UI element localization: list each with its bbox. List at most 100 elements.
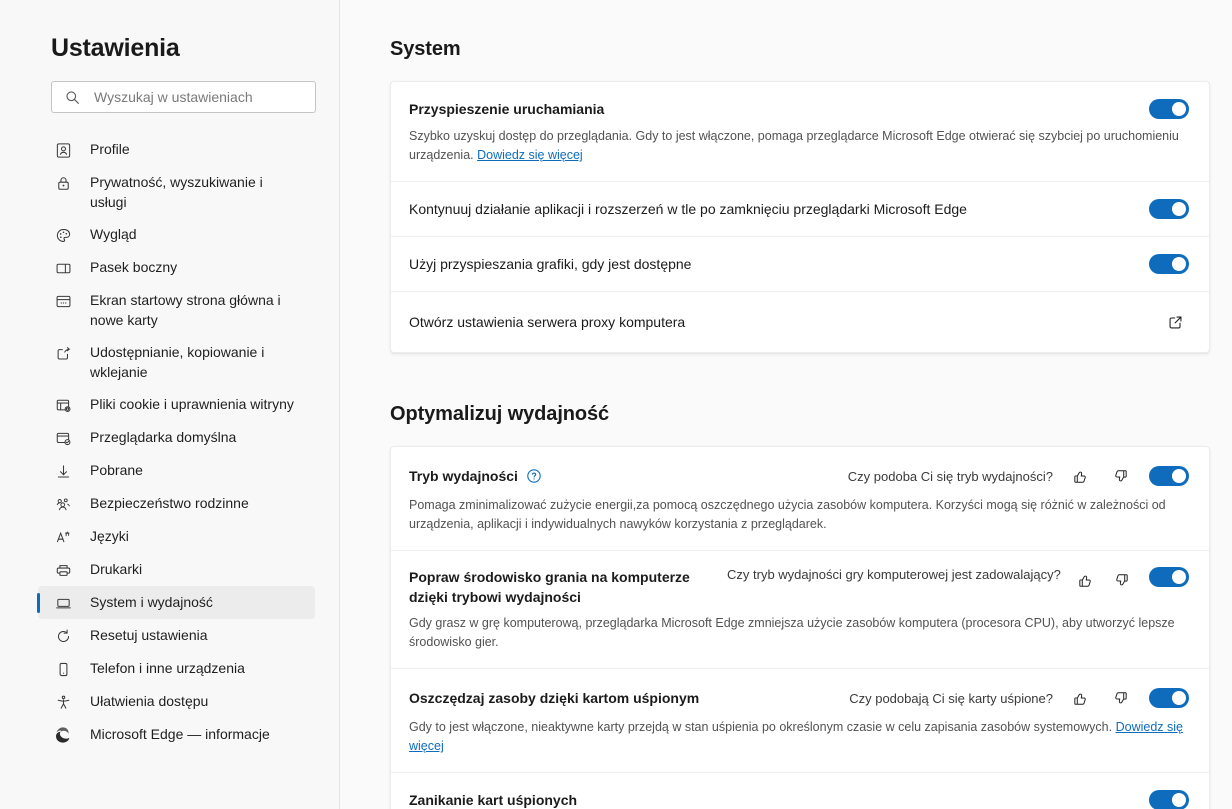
thumbs-up-icon[interactable] bbox=[1067, 463, 1093, 489]
sidebar-item-appearance[interactable]: Wygląd bbox=[38, 218, 315, 251]
printer-icon bbox=[52, 560, 74, 580]
settings-sidebar: Ustawienia Profile bbox=[0, 0, 340, 809]
setting-row-efficiency-mode: Tryb wydajności Czy podoba Ci się tryb w… bbox=[391, 447, 1209, 551]
sleeping-tabs-toggle[interactable] bbox=[1149, 688, 1189, 708]
system-settings-card: Przyspieszenie uruchamiania Szybko uzysk… bbox=[390, 81, 1210, 353]
thumbs-down-icon[interactable] bbox=[1107, 463, 1133, 489]
setting-row-background-apps: Kontynuuj działanie aplikacji i rozszerz… bbox=[391, 182, 1209, 237]
setting-row-sleeping-tabs: Oszczędzaj zasoby dzięki kartom uśpionym… bbox=[391, 669, 1209, 773]
performance-settings-card: Tryb wydajności Czy podoba Ci się tryb w… bbox=[390, 446, 1210, 809]
sidebar-item-printers[interactable]: Drukarki bbox=[38, 553, 315, 586]
palette-icon bbox=[52, 225, 74, 245]
setting-row-hardware-acceleration: Użyj przyspieszania grafiki, gdy jest do… bbox=[391, 237, 1209, 292]
setting-description-text: Gdy to jest włączone, nieaktywne karty p… bbox=[409, 720, 1112, 734]
default-browser-icon bbox=[52, 428, 74, 448]
download-icon bbox=[52, 461, 74, 481]
system-icon bbox=[52, 593, 74, 613]
accessibility-icon bbox=[52, 692, 74, 712]
settings-page: Ustawienia Profile bbox=[0, 0, 1232, 809]
lock-icon bbox=[52, 173, 74, 193]
sidebar-item-label: Drukarki bbox=[90, 559, 142, 579]
feedback-question: Czy tryb wydajności gry komputerowej jes… bbox=[727, 567, 1061, 582]
setting-title: Popraw środowisko grania na komputerze d… bbox=[409, 567, 727, 607]
sidebar-item-profile[interactable]: Profile bbox=[38, 133, 315, 166]
thumbs-up-icon[interactable] bbox=[1075, 567, 1097, 593]
startup-boost-toggle[interactable] bbox=[1149, 99, 1189, 119]
phone-icon bbox=[52, 659, 74, 679]
thumbs-up-icon[interactable] bbox=[1067, 685, 1093, 711]
sidebar-item-label: Prywatność, wyszukiwanie i usługi bbox=[90, 172, 295, 212]
edge-logo-icon bbox=[52, 725, 74, 745]
sidebar-item-label: Ekran startowy strona główna i nowe kart… bbox=[90, 290, 295, 330]
section-heading-system: System bbox=[390, 36, 1232, 62]
reset-icon bbox=[52, 626, 74, 646]
setting-description: Pomaga zminimalizować zużycie energii,za… bbox=[409, 496, 1189, 534]
setting-row-startup-boost: Przyspieszenie uruchamiania Szybko uzysk… bbox=[391, 82, 1209, 182]
feedback-question: Czy podobają Ci się karty uśpione? bbox=[849, 691, 1053, 706]
sidebar-item-label: Pliki cookie i uprawnienia witryny bbox=[90, 394, 294, 414]
setting-title: Kontynuuj działanie aplikacji i rozszerz… bbox=[409, 199, 967, 219]
open-external-icon[interactable] bbox=[1161, 308, 1189, 336]
sidebar-item-label: Języki bbox=[90, 526, 129, 546]
setting-row-gaming-efficiency: Popraw środowisko grania na komputerze d… bbox=[391, 551, 1209, 669]
setting-description: Szybko uzyskuj dostęp do przeglądania. G… bbox=[409, 127, 1189, 165]
sidebar-item-phone-other-devices[interactable]: Telefon i inne urządzenia bbox=[38, 652, 315, 685]
page-title: Ustawienia bbox=[51, 33, 339, 63]
setting-title: Użyj przyspieszania grafiki, gdy jest do… bbox=[409, 254, 691, 274]
setting-title: Przyspieszenie uruchamiania bbox=[409, 99, 604, 119]
thumbs-down-icon[interactable] bbox=[1111, 567, 1133, 593]
sidebar-item-start-home-newtabs[interactable]: Ekran startowy strona główna i nowe kart… bbox=[38, 284, 315, 336]
share-icon bbox=[52, 343, 74, 363]
setting-title: Oszczędzaj zasoby dzięki kartom uśpionym bbox=[409, 688, 699, 708]
profile-icon bbox=[52, 140, 74, 160]
sidebar-item-label: Telefon i inne urządzenia bbox=[90, 658, 245, 678]
feedback-question: Czy podoba Ci się tryb wydajności? bbox=[848, 469, 1053, 484]
setting-row-fade-sleeping-tabs: Zanikanie kart uśpionych Karty będą wyśw… bbox=[391, 773, 1209, 809]
sidebar-item-languages[interactable]: Języki bbox=[38, 520, 315, 553]
sidebar-item-downloads[interactable]: Pobrane bbox=[38, 454, 315, 487]
setting-description: Gdy to jest włączone, nieaktywne karty p… bbox=[409, 718, 1189, 756]
sidebar-item-family-safety[interactable]: Bezpieczeństwo rodzinne bbox=[38, 487, 315, 520]
settings-content: System Przyspieszenie uruchamiania Szybk… bbox=[340, 0, 1232, 809]
sidebar-item-system-performance[interactable]: System i wydajność bbox=[38, 586, 315, 619]
sidebar-item-label: Profile bbox=[90, 139, 130, 159]
hardware-acceleration-toggle[interactable] bbox=[1149, 254, 1189, 274]
learn-more-link[interactable]: Dowiedz się więcej bbox=[477, 148, 583, 162]
sidebar-item-default-browser[interactable]: Przeglądarka domyślna bbox=[38, 421, 315, 454]
sidebar-item-label: Microsoft Edge — informacje bbox=[90, 724, 270, 744]
sidebar-item-cookies-site-permissions[interactable]: Pliki cookie i uprawnienia witryny bbox=[38, 388, 315, 421]
sidebar-item-privacy[interactable]: Prywatność, wyszukiwanie i usługi bbox=[38, 166, 315, 218]
sidebar-item-reset-settings[interactable]: Resetuj ustawienia bbox=[38, 619, 315, 652]
sidebar-item-share-copy-paste[interactable]: Udostępnianie, kopiowanie i wklejanie bbox=[38, 336, 315, 388]
help-icon[interactable] bbox=[526, 468, 542, 484]
sidebar-item-label: Bezpieczeństwo rodzinne bbox=[90, 493, 249, 513]
background-apps-toggle[interactable] bbox=[1149, 199, 1189, 219]
sidebar-item-label: System i wydajność bbox=[90, 592, 213, 612]
fade-sleeping-tabs-toggle[interactable] bbox=[1149, 790, 1189, 809]
search-icon bbox=[62, 90, 82, 105]
gaming-efficiency-toggle[interactable] bbox=[1149, 567, 1189, 587]
sidebar-item-label: Resetuj ustawienia bbox=[90, 625, 208, 645]
sidebar-item-label: Pasek boczny bbox=[90, 257, 177, 277]
setting-title: Zanikanie kart uśpionych bbox=[409, 790, 577, 809]
sidebar-item-about-edge[interactable]: Microsoft Edge — informacje bbox=[38, 718, 315, 751]
sidebar-item-label: Wygląd bbox=[90, 224, 137, 244]
search-box[interactable] bbox=[51, 81, 316, 113]
sidebar-item-accessibility[interactable]: Ułatwienia dostępu bbox=[38, 685, 315, 718]
language-icon bbox=[52, 527, 74, 547]
thumbs-down-icon[interactable] bbox=[1107, 685, 1133, 711]
section-heading-performance: Optymalizuj wydajność bbox=[390, 401, 1232, 427]
sidebar-item-sidebar[interactable]: Pasek boczny bbox=[38, 251, 315, 284]
setting-title: Otwórz ustawienia serwera proxy komputer… bbox=[409, 312, 685, 332]
sidebar-nav: Profile Prywatność, wyszukiwanie i usług… bbox=[0, 133, 339, 751]
setting-row-proxy-settings[interactable]: Otwórz ustawienia serwera proxy komputer… bbox=[391, 292, 1209, 352]
cookie-permissions-icon bbox=[52, 395, 74, 415]
efficiency-mode-toggle[interactable] bbox=[1149, 466, 1189, 486]
sidebar-panel-icon bbox=[52, 258, 74, 278]
search-input[interactable] bbox=[92, 83, 302, 111]
start-page-icon bbox=[52, 291, 74, 311]
sidebar-item-label: Przeglądarka domyślna bbox=[90, 427, 236, 447]
family-icon bbox=[52, 494, 74, 514]
setting-title: Tryb wydajności bbox=[409, 466, 518, 486]
sidebar-item-label: Ułatwienia dostępu bbox=[90, 691, 208, 711]
